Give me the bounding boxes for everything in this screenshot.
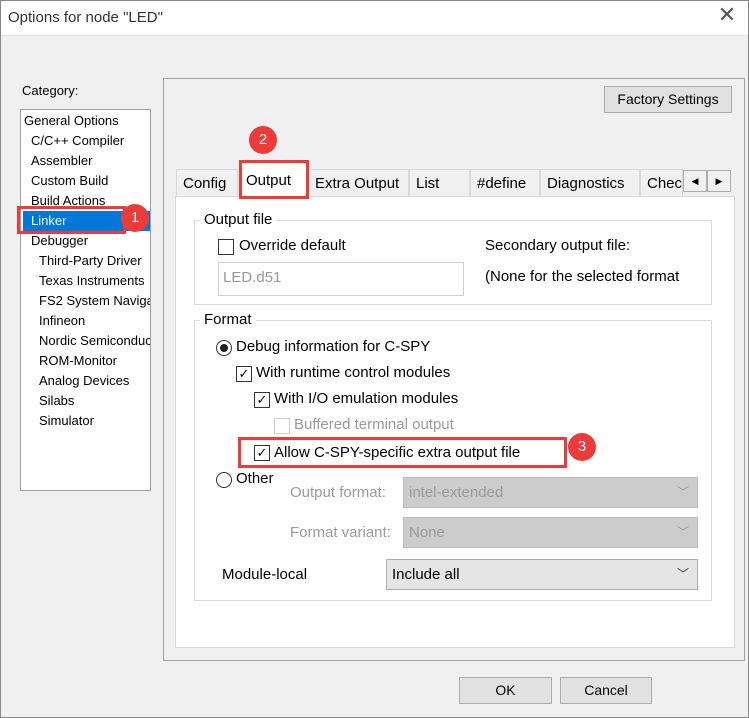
- runtime-modules-label: With runtime control modules: [256, 364, 451, 381]
- buffered-output-checkbox: [274, 418, 290, 434]
- output-format-select: intel-extended ﹀: [403, 477, 698, 508]
- tab-list[interactable]: List: [409, 169, 470, 197]
- category-item[interactable]: Analog Devices: [39, 371, 129, 391]
- category-item[interactable]: Assembler: [31, 151, 92, 171]
- output-filename-input: LED.d51: [218, 262, 464, 296]
- category-item[interactable]: Texas Instruments: [39, 271, 145, 291]
- override-default-checkbox[interactable]: [218, 239, 234, 255]
- debug-info-radio[interactable]: [216, 340, 232, 356]
- tab-diagnostics[interactable]: Diagnostics: [540, 169, 640, 197]
- secondary-output-label: Secondary output file:: [485, 237, 631, 254]
- output-format-value: intel-extended: [409, 484, 504, 501]
- category-item[interactable]: Build Actions: [31, 191, 105, 211]
- tab-define[interactable]: #define: [470, 169, 540, 197]
- format-variant-value: None: [409, 524, 445, 541]
- format-variant-select: None ﹀: [403, 517, 698, 548]
- category-item[interactable]: C/C++ Compiler: [31, 131, 124, 151]
- category-item[interactable]: Custom Build: [31, 171, 108, 191]
- io-emulation-label: With I/O emulation modules: [274, 390, 459, 407]
- other-label: Other: [236, 470, 274, 487]
- allow-extra-output-checkbox[interactable]: ✓: [254, 445, 270, 461]
- category-item[interactable]: Infineon: [39, 311, 85, 331]
- chevron-down-icon: ﹀: [676, 567, 689, 581]
- module-local-value: Include all: [392, 566, 460, 583]
- runtime-modules-checkbox[interactable]: ✓: [236, 366, 252, 382]
- tab-config[interactable]: Config: [176, 169, 238, 197]
- allow-extra-output-label: Allow C-SPY-specific extra output file: [274, 444, 521, 461]
- category-label: Category:: [22, 83, 79, 98]
- annotation-badge-2: 2: [249, 126, 277, 154]
- category-item[interactable]: Third-Party Driver: [39, 251, 142, 271]
- category-item[interactable]: Silabs: [39, 391, 74, 411]
- window-title: Options for node "LED": [8, 9, 163, 26]
- buffered-output-label: Buffered terminal output: [294, 416, 454, 433]
- category-item[interactable]: Debugger: [31, 231, 88, 251]
- chevron-down-icon: ﹀: [676, 485, 689, 499]
- ok-button[interactable]: OK: [459, 677, 552, 704]
- tab-chec[interactable]: Chec: [640, 169, 683, 197]
- tab-output[interactable]: Output: [239, 162, 309, 198]
- output-file-title: Output file: [200, 211, 277, 228]
- category-item[interactable]: Simulator: [39, 411, 94, 431]
- category-item[interactable]: ROM-Monitor: [39, 351, 117, 371]
- category-item[interactable]: FS2 System Navigator: [39, 291, 150, 311]
- io-emulation-checkbox[interactable]: ✓: [254, 392, 270, 408]
- title-bar: Options for node "LED" ✕: [0, 0, 749, 36]
- tab-scroll-right-icon[interactable]: ▶: [707, 170, 731, 192]
- tab-extra-output[interactable]: Extra Output: [308, 169, 409, 197]
- category-item[interactable]: General Options: [24, 111, 119, 131]
- cancel-button[interactable]: Cancel: [560, 677, 652, 704]
- output-format-label: Output format:: [290, 484, 386, 501]
- module-local-label: Module-local: [222, 566, 308, 583]
- close-icon[interactable]: ✕: [712, 2, 742, 28]
- annotation-badge-3: 3: [568, 433, 596, 461]
- chevron-down-icon: ﹀: [676, 525, 689, 539]
- factory-settings-button[interactable]: Factory Settings: [604, 86, 732, 113]
- override-default-label: Override default: [239, 237, 346, 254]
- tab-scroll-left-icon[interactable]: ◀: [683, 170, 707, 192]
- category-item[interactable]: Nordic Semiconductor: [39, 331, 150, 351]
- secondary-output-value: (None for the selected format: [485, 268, 680, 285]
- debug-info-label: Debug information for C-SPY: [236, 338, 431, 355]
- format-variant-label: Format variant:: [290, 524, 391, 541]
- format-title: Format: [200, 311, 256, 328]
- category-list[interactable]: General Options C/C++ Compiler Assembler Cu…: [20, 109, 151, 491]
- other-radio[interactable]: [216, 472, 232, 488]
- module-local-select[interactable]: Include all ﹀: [386, 559, 698, 590]
- annotation-badge-1: 1: [121, 204, 149, 232]
